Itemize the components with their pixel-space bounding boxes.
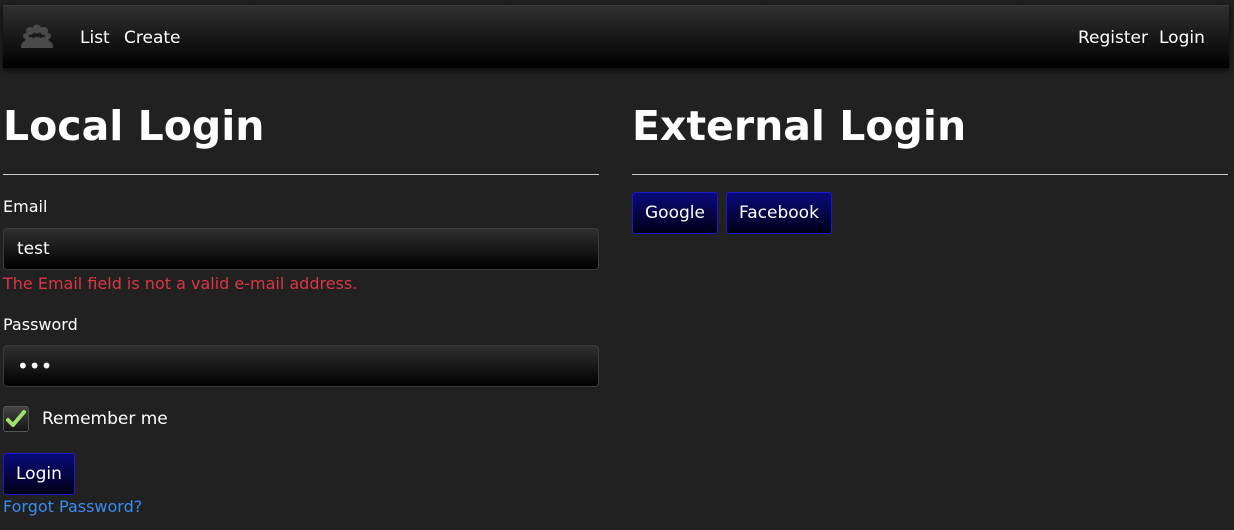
brand-logo-icon[interactable] [21, 24, 53, 52]
remember-me-checkbox[interactable] [3, 406, 29, 432]
google-login-button[interactable]: Google [632, 192, 718, 234]
email-error-message: The Email field is not a valid e-mail ad… [3, 274, 358, 293]
nav-link-login[interactable]: Login [1159, 26, 1205, 50]
nav-link-create[interactable]: Create [124, 26, 181, 50]
local-login-title: Local Login [3, 102, 265, 150]
local-login-section: Local Login Email The Email field is not… [3, 98, 599, 518]
password-label: Password [3, 315, 78, 334]
checkmark-icon [6, 410, 26, 427]
email-input[interactable] [3, 228, 599, 270]
nav-link-list[interactable]: List [80, 26, 110, 50]
facebook-login-button[interactable]: Facebook [726, 192, 832, 234]
remember-me-row[interactable]: Remember me [3, 405, 599, 435]
nav-link-register[interactable]: Register [1078, 26, 1148, 50]
forgot-password-link[interactable]: Forgot Password? [3, 497, 142, 516]
external-login-section: External Login Google Facebook [632, 98, 1228, 234]
login-button[interactable]: Login [3, 453, 75, 495]
email-label: Email [3, 197, 48, 216]
local-login-divider [3, 174, 599, 175]
remember-me-label: Remember me [42, 409, 168, 429]
password-input[interactable]: ••• [3, 345, 599, 387]
external-login-divider [632, 174, 1228, 175]
external-login-title: External Login [632, 102, 967, 150]
group-people-icon [21, 24, 53, 48]
navbar: List Create Register Login [3, 5, 1229, 68]
